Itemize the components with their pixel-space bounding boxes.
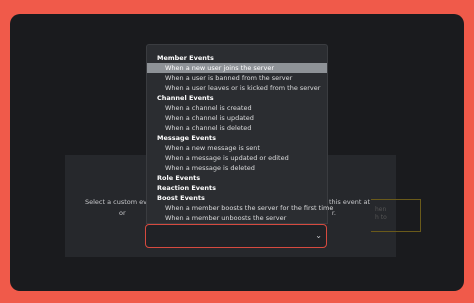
panel-text-left: Select a custom ev: [85, 198, 148, 206]
option-channel-updated[interactable]: When a channel is updated: [147, 113, 327, 123]
group-label-boost-events: Boost Events: [157, 194, 205, 202]
group-label-channel-events: Channel Events: [157, 94, 214, 102]
group-label-member-events: Member Events: [157, 54, 214, 62]
option-message-sent[interactable]: When a new message is sent: [147, 143, 327, 153]
panel-text-left-2: or: [119, 209, 126, 217]
option-message-updated[interactable]: When a message is updated or edited: [147, 153, 327, 163]
group-label-message-events: Message Events: [157, 134, 217, 142]
option-channel-deleted[interactable]: When a channel is deleted: [147, 123, 327, 133]
option-message-deleted[interactable]: When a message is deleted: [147, 163, 327, 173]
hint-line-2: h to: [375, 214, 387, 221]
option-user-leaves[interactable]: When a user leaves or is kicked from the…: [147, 83, 327, 93]
option-channel-created[interactable]: When a channel is created: [147, 103, 327, 113]
chevron-down-icon: ⌄: [315, 231, 322, 240]
event-select[interactable]: ⌄: [145, 224, 327, 248]
option-user-joins[interactable]: When a new user joins the server: [147, 63, 327, 73]
option-member-boosts[interactable]: When a member boosts the server for the …: [147, 203, 333, 213]
option-user-banned[interactable]: When a user is banned from the server: [147, 73, 327, 83]
event-dropdown-list: Member Events When a new user joins the …: [146, 44, 333, 224]
group-label-reaction-events: Reaction Events: [157, 184, 217, 192]
option-member-unboosts[interactable]: When a member unboosts the server: [147, 213, 327, 223]
group-label-role-events: Role Events: [157, 174, 201, 182]
hint-box: hen h to: [371, 199, 421, 232]
hint-line-1: hen: [375, 206, 387, 213]
